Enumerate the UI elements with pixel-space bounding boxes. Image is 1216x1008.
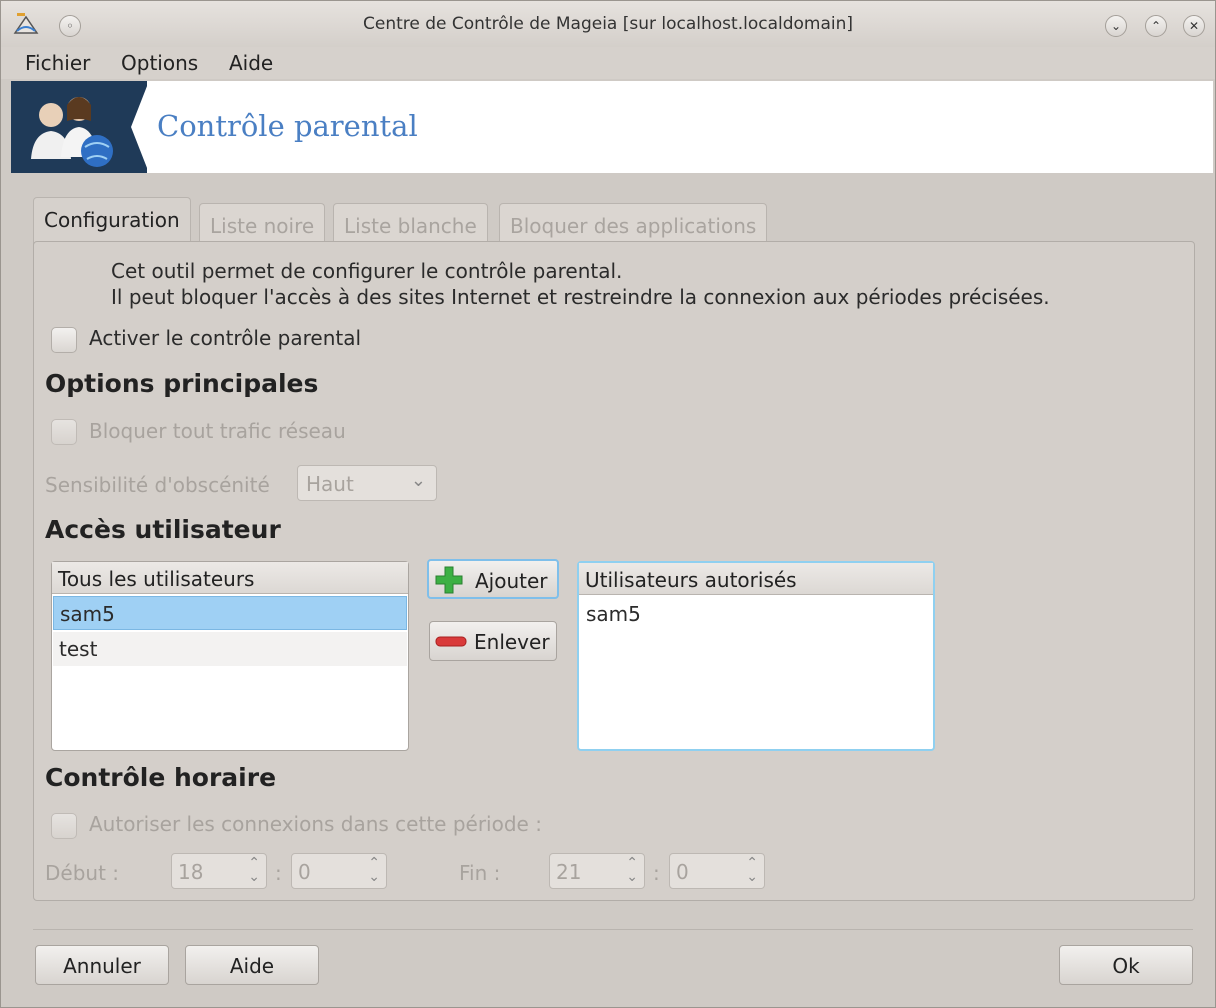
obscenity-sensitivity-value: Haut <box>306 472 354 496</box>
remove-user-label: Enlever <box>474 630 550 654</box>
maximize-button[interactable]: ⌃ <box>1145 15 1167 37</box>
start-hour-spinner[interactable]: 18 ⌃ ⌄ <box>171 853 267 889</box>
up-down-arrows-icon: ⌃ ⌄ <box>248 855 260 885</box>
description-line-2: Il peut bloquer l'accès à des sites Inte… <box>111 285 1050 309</box>
allow-period-label: Autoriser les connexions dans cette péri… <box>89 812 542 836</box>
end-minute-spinner[interactable]: 0 ⌃ ⌄ <box>669 853 765 889</box>
menu-aide[interactable]: Aide <box>229 51 273 75</box>
window-title: Centre de Contrôle de Mageia [sur localh… <box>362 14 854 34</box>
end-hour-value: 21 <box>556 860 582 884</box>
up-down-arrows-icon: ⌃ ⌄ <box>368 855 380 885</box>
menu-options[interactable]: Options <box>121 51 198 75</box>
enable-parental-control-checkbox[interactable] <box>51 327 77 353</box>
menu-fichier[interactable]: Fichier <box>25 51 90 75</box>
all-users-column-header[interactable]: Tous les utilisateurs <box>52 562 408 594</box>
chevron-down-icon: ⌄ <box>410 470 426 491</box>
block-all-traffic-label: Bloquer tout trafic réseau <box>89 419 346 443</box>
main-options-heading: Options principales <box>45 369 319 398</box>
end-label: Fin : <box>459 861 501 885</box>
add-user-button[interactable]: Ajouter <box>427 559 559 599</box>
end-hour-spinner[interactable]: 21 ⌃ ⌄ <box>549 853 645 889</box>
list-item[interactable]: test <box>53 632 407 666</box>
obscenity-sensitivity-select[interactable]: Haut ⌄ <box>297 465 437 501</box>
banner-notch <box>131 81 149 173</box>
start-hour-value: 18 <box>178 860 204 884</box>
ok-button[interactable]: Ok <box>1059 945 1193 985</box>
help-button[interactable]: Aide <box>185 945 319 985</box>
obscenity-sensitivity-label: Sensibilité d'obscénité <box>45 473 270 497</box>
users-globe-icon <box>31 97 113 167</box>
end-minute-value: 0 <box>676 860 689 884</box>
main-window: ◦ Centre de Contrôle de Mageia [sur loca… <box>0 0 1216 1008</box>
up-down-arrows-icon: ⌃ ⌄ <box>626 855 638 885</box>
add-user-label: Ajouter <box>475 569 548 593</box>
close-button[interactable]: ✕ <box>1183 15 1205 37</box>
minus-icon <box>435 636 467 647</box>
all-users-list[interactable]: Tous les utilisateurs sam5 test <box>51 561 409 751</box>
list-item[interactable]: sam5 <box>580 597 932 631</box>
footer-divider <box>33 929 1193 930</box>
tab-block-applications[interactable]: Bloquer des applications <box>499 203 768 243</box>
allowed-users-list[interactable]: Utilisateurs autorisés sam5 <box>577 561 935 751</box>
cancel-button[interactable]: Annuler <box>35 945 169 985</box>
remove-user-button[interactable]: Enlever <box>429 621 557 661</box>
start-minute-value: 0 <box>298 860 311 884</box>
start-time-separator: : <box>275 861 282 885</box>
allowed-users-column-header[interactable]: Utilisateurs autorisés <box>579 563 933 595</box>
start-label: Début : <box>45 861 120 885</box>
header-banner: Contrôle parental <box>11 81 1213 173</box>
start-minute-spinner[interactable]: 0 ⌃ ⌄ <box>291 853 387 889</box>
list-item[interactable]: sam5 <box>53 596 407 630</box>
user-access-heading: Accès utilisateur <box>45 515 281 544</box>
page-title: Contrôle parental <box>157 109 418 143</box>
description-line-1: Cet outil permet de configurer le contrô… <box>111 259 623 283</box>
allow-period-checkbox[interactable] <box>51 813 77 839</box>
plus-icon <box>435 566 463 594</box>
parental-control-logo <box>11 81 147 173</box>
end-time-separator: : <box>653 861 660 885</box>
enable-parental-control-label: Activer le contrôle parental <box>89 326 362 350</box>
minimize-button[interactable]: ⌄ <box>1105 15 1127 37</box>
tab-whitelist[interactable]: Liste blanche <box>333 203 488 243</box>
menu-bar: Fichier Options Aide <box>1 47 1215 79</box>
block-all-traffic-checkbox[interactable] <box>51 419 77 445</box>
tab-configuration[interactable]: Configuration <box>33 197 191 245</box>
up-down-arrows-icon: ⌃ ⌄ <box>746 855 758 885</box>
tab-blacklist[interactable]: Liste noire <box>199 203 326 243</box>
title-bar: ◦ Centre de Contrôle de Mageia [sur loca… <box>1 1 1215 47</box>
time-control-heading: Contrôle horaire <box>45 763 277 792</box>
